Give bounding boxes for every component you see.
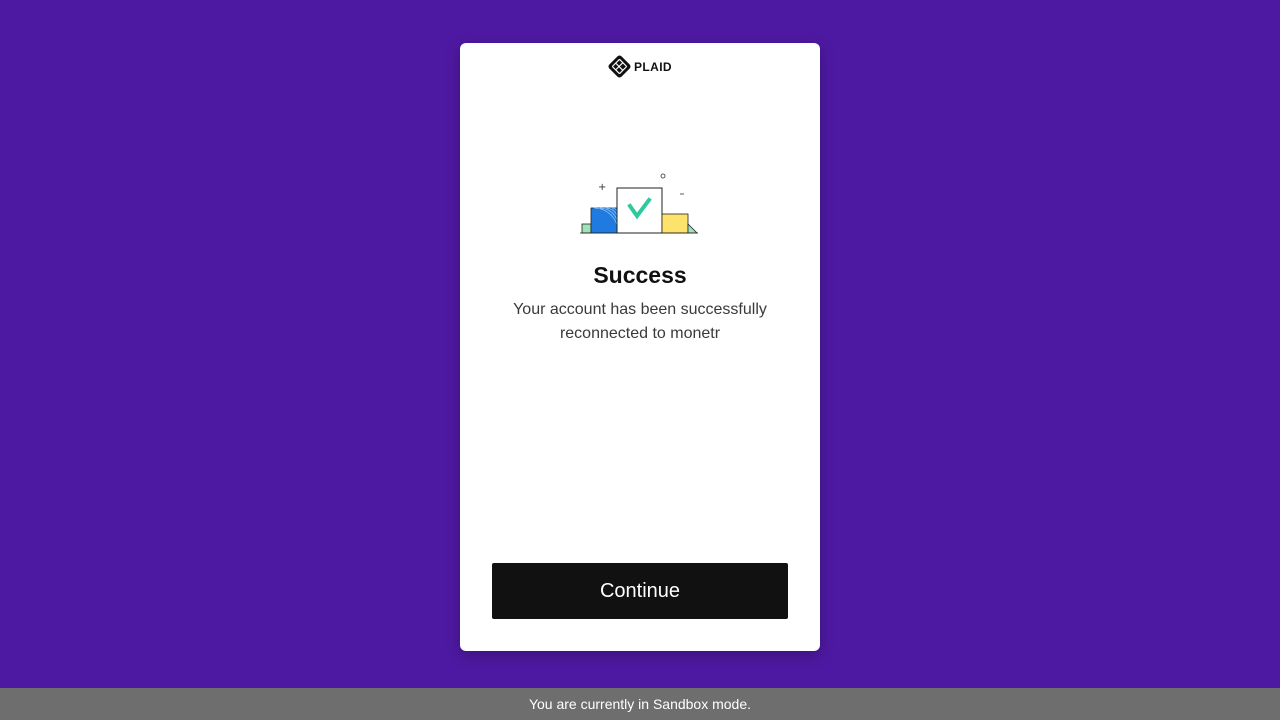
plaid-logo-icon xyxy=(608,55,631,78)
success-message: Your account has been successfully recon… xyxy=(513,301,767,342)
success-illustration: + xyxy=(580,173,698,234)
plaid-logo-text: PLAID xyxy=(634,59,672,74)
success-title: Success xyxy=(593,262,687,288)
continue-button[interactable]: Continue xyxy=(492,563,788,619)
plaid-logo: PLAID xyxy=(460,55,820,78)
success-card: PLAID + Success Your account has been su… xyxy=(460,43,820,651)
sandbox-mode-banner: You are currently in Sandbox mode. xyxy=(0,688,1280,720)
svg-text:+: + xyxy=(598,182,606,193)
